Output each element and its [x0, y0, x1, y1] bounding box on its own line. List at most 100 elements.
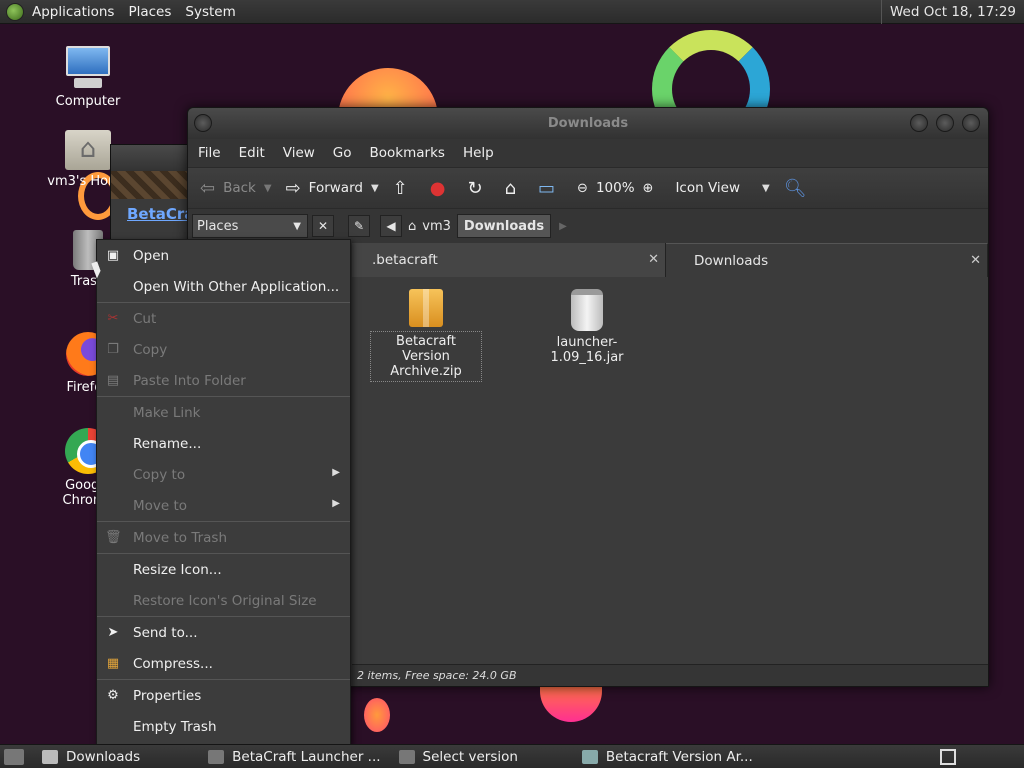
breadcrumb-downloads[interactable]: Downloads — [456, 214, 552, 238]
java-icon — [398, 749, 415, 764]
breadcrumb-vm3[interactable]: ⌂ vm3 — [402, 214, 457, 238]
computer-button[interactable]: ▭ — [538, 178, 563, 199]
menu-item-cut[interactable]: ✂ Cut — [97, 303, 350, 334]
home-icon: ⌂ — [504, 177, 517, 199]
betacraft-title[interactable]: BetaCraft — [111, 199, 208, 223]
menu-item-open[interactable]: ▣ Open — [97, 240, 350, 271]
chevron-down-icon[interactable]: ▼ — [371, 183, 379, 194]
stop-button[interactable]: ● — [430, 178, 454, 199]
menu-file[interactable]: File — [198, 145, 221, 161]
menu-item-copy[interactable]: ❐ Copy — [97, 334, 350, 365]
status-bar: 2 items, Free space: 24.0 GB — [352, 664, 988, 686]
arrow-up-icon: ⇧ — [392, 177, 408, 199]
scissors-icon: ✂ — [107, 311, 119, 326]
chevron-right-icon: ▶ — [332, 467, 340, 478]
properties-icon: ⚙ — [107, 688, 119, 703]
chevron-right-icon[interactable]: ▶ — [559, 221, 567, 232]
menu-item-label: Copy — [133, 341, 168, 358]
menu-applications[interactable]: Applications — [32, 4, 114, 20]
close-button[interactable] — [962, 114, 980, 132]
home-button[interactable]: ⌂ — [505, 178, 524, 199]
side-pane-select[interactable]: Places ▼ — [192, 214, 308, 238]
menu-item-copy-to[interactable]: Copy to ▶ — [97, 459, 350, 490]
menu-item-paste-into-folder[interactable]: ▤ Paste Into Folder — [97, 365, 350, 396]
task-downloads[interactable]: Downloads — [42, 749, 140, 765]
chevron-right-icon: ▶ — [332, 498, 340, 509]
window-titlebar[interactable] — [111, 145, 199, 171]
file-view[interactable]: .betacraft ✕ Downloads ✕ Betacraft Versi… — [352, 243, 988, 664]
arrow-right-icon: ⇨ — [285, 177, 301, 199]
up-button[interactable]: ⇧ — [393, 178, 416, 199]
menu-item-move-to[interactable]: Move to ▶ — [97, 490, 350, 521]
chevron-down-icon[interactable]: ▼ — [264, 183, 272, 194]
file-item[interactable]: launcher-1.09_16.jar — [522, 289, 652, 365]
task-label: Select version — [422, 748, 518, 765]
file-item[interactable]: Betacraft Version Archive.zip — [370, 289, 482, 382]
menu-go[interactable]: Go — [333, 145, 352, 161]
task-label: BetaCraft Launcher ... — [232, 748, 381, 765]
zip-archive-icon — [409, 289, 443, 327]
menu-item-label: Paste Into Folder — [133, 372, 246, 389]
send-icon: ➤ — [107, 625, 119, 640]
menu-item-label: Send to... — [133, 624, 198, 641]
distro-logo-icon[interactable] — [6, 2, 24, 21]
menu-item-compress[interactable]: ▦ Compress... — [97, 648, 350, 679]
back-button[interactable]: ⇦ Back ▼ — [200, 178, 272, 199]
menu-item-label: Copy to — [133, 466, 186, 483]
view-mode-select[interactable]: Icon View ▼ — [675, 180, 769, 196]
menu-item-label: Compress... — [133, 655, 213, 672]
toggle-location-entry-button[interactable]: ✎ — [348, 215, 370, 237]
menu-item-label: Properties — [133, 687, 202, 704]
forward-label: Forward — [308, 180, 363, 196]
show-desktop-icon[interactable] — [4, 748, 24, 765]
reload-button[interactable]: ↻ — [467, 178, 490, 199]
menu-help[interactable]: Help — [463, 145, 494, 161]
menu-item-empty-trash[interactable]: Empty Trash — [97, 711, 350, 742]
clock[interactable]: Wed Oct 18, 17:29 — [880, 0, 1024, 24]
menu-edit[interactable]: Edit — [239, 145, 265, 161]
menu-places[interactable]: Places — [128, 4, 171, 20]
trash-icon: 🗑︎ — [105, 530, 122, 545]
maximize-button[interactable] — [936, 114, 954, 132]
menu-view[interactable]: View — [283, 145, 315, 161]
workspace-switcher-icon[interactable] — [940, 749, 956, 765]
menu-item-rename[interactable]: Rename... — [97, 428, 350, 459]
menu-item-restore-icon-size[interactable]: Restore Icon's Original Size — [97, 585, 350, 616]
tab-betacraft[interactable]: .betacraft ✕ — [352, 243, 666, 277]
task-archive-manager[interactable]: Betacraft Version Ar... — [581, 748, 753, 765]
open-icon: ▣ — [106, 248, 120, 263]
menu-bookmarks[interactable]: Bookmarks — [370, 145, 445, 161]
window-titlebar[interactable]: Downloads — [188, 108, 988, 139]
close-icon[interactable]: ✕ — [648, 252, 659, 267]
task-select-version[interactable]: Select version — [398, 748, 518, 765]
menu-system[interactable]: System — [185, 4, 235, 20]
close-side-pane-button[interactable]: ✕ — [312, 215, 334, 237]
menu-item-resize-icon[interactable]: Resize Icon... — [97, 554, 350, 585]
menu-item-label: Empty Trash — [133, 718, 217, 735]
menu-item-move-to-trash[interactable]: 🗑︎ Move to Trash — [97, 522, 350, 553]
task-label: Betacraft Version Ar... — [605, 748, 753, 765]
breadcrumb-left-button[interactable]: ◀ — [380, 215, 402, 237]
taskbar: Downloads BetaCraft Launcher ... Select … — [0, 744, 1024, 768]
menu-item-make-link[interactable]: Make Link — [97, 397, 350, 428]
tab-downloads[interactable]: Downloads ✕ — [666, 243, 988, 277]
close-icon: ✕ — [317, 219, 329, 233]
zoom-out-icon[interactable]: ⊖ — [577, 181, 588, 196]
forward-button[interactable]: ⇨ Forward ▼ — [286, 178, 379, 199]
task-betacraft-launcher[interactable]: BetaCraft Launcher ... — [208, 748, 381, 765]
menu-item-properties[interactable]: ⚙ Properties — [97, 680, 350, 711]
menu-item-label: Move to — [133, 497, 188, 514]
close-icon[interactable]: ✕ — [970, 253, 981, 268]
desktop-icon-computer[interactable]: Computer — [38, 46, 138, 109]
tab-bar: .betacraft ✕ Downloads ✕ — [352, 243, 988, 277]
context-menu: ▣ Open Open With Other Application... ✂ … — [96, 239, 351, 745]
arrow-left-icon: ⇦ — [200, 177, 216, 199]
task-label: Downloads — [66, 748, 141, 765]
side-pane-label: Places — [197, 218, 239, 234]
zoom-in-icon[interactable]: ⊕ — [643, 181, 654, 196]
window-menu-button[interactable] — [194, 114, 212, 132]
menu-item-open-with[interactable]: Open With Other Application... — [97, 271, 350, 302]
menu-item-send-to[interactable]: ➤ Send to... — [97, 617, 350, 648]
search-button[interactable]: 🔍︎ — [784, 178, 815, 199]
minimize-button[interactable] — [910, 114, 928, 132]
